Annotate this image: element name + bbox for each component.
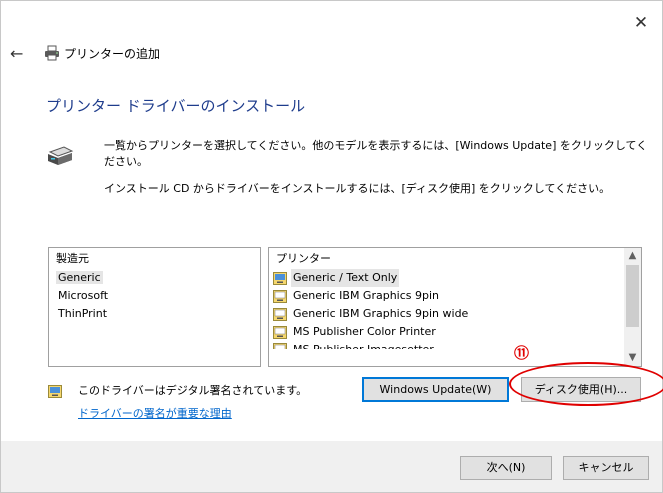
driver-icon <box>273 289 287 303</box>
windows-update-button[interactable]: Windows Update(W) <box>362 377 509 402</box>
driver-icon <box>273 343 287 349</box>
driver-icon <box>273 325 287 339</box>
manufacturer-list-header: 製造元 <box>56 252 89 265</box>
printer-list-header: プリンター <box>276 252 331 265</box>
list-item[interactable]: Microsoft <box>49 287 260 305</box>
close-icon[interactable]: ✕ <box>630 12 652 34</box>
list-item[interactable]: Generic / Text Only <box>269 269 641 287</box>
window-title: プリンターの追加 <box>64 47 161 61</box>
signed-driver-icon <box>48 385 62 398</box>
scroll-down-icon[interactable]: ▼ <box>624 350 641 366</box>
printer-list-scrollbar[interactable]: ▲ ▼ <box>624 248 641 366</box>
next-button[interactable]: 次へ(N) <box>460 456 552 480</box>
list-item[interactable]: MS Publisher Color Printer <box>269 323 641 341</box>
description-select-printer: 一覧からプリンターを選択してください。他のモデルを表示するには、[Windows… <box>104 139 648 168</box>
manufacturer-list[interactable]: 製造元 Generic Microsoft ThinPrint <box>48 247 261 367</box>
signature-info-link[interactable]: ドライバーの署名が重要な理由 <box>78 406 232 422</box>
printer-icon <box>48 146 74 165</box>
page-title: プリンター ドライバーのインストール <box>46 97 306 115</box>
scroll-up-icon[interactable]: ▲ <box>624 248 641 264</box>
annotation-oval <box>509 362 663 406</box>
back-arrow-icon[interactable]: ← <box>10 45 30 63</box>
signature-status: このドライバーはデジタル署名されています。 <box>78 384 308 397</box>
description-install-cd: インストール CD からドライバーをインストールするには、[ディスク使用] をク… <box>104 182 611 195</box>
annotation-number: ⑪ <box>514 344 530 362</box>
list-item[interactable]: Generic IBM Graphics 9pin <box>269 287 641 305</box>
driver-icon <box>273 307 287 321</box>
list-item[interactable]: Generic IBM Graphics 9pin wide <box>269 305 641 323</box>
printer-list[interactable]: プリンター Generic / Text Only Generic IBM Gr… <box>268 247 642 367</box>
scrollbar-thumb[interactable] <box>626 265 639 327</box>
list-item[interactable]: Generic <box>49 269 260 287</box>
list-item[interactable]: MS Publisher Imagesetter <box>269 341 641 349</box>
list-item[interactable]: ThinPrint <box>49 305 260 323</box>
driver-icon <box>273 271 287 285</box>
cancel-button[interactable]: キャンセル <box>563 456 649 480</box>
printer-icon <box>45 45 59 61</box>
